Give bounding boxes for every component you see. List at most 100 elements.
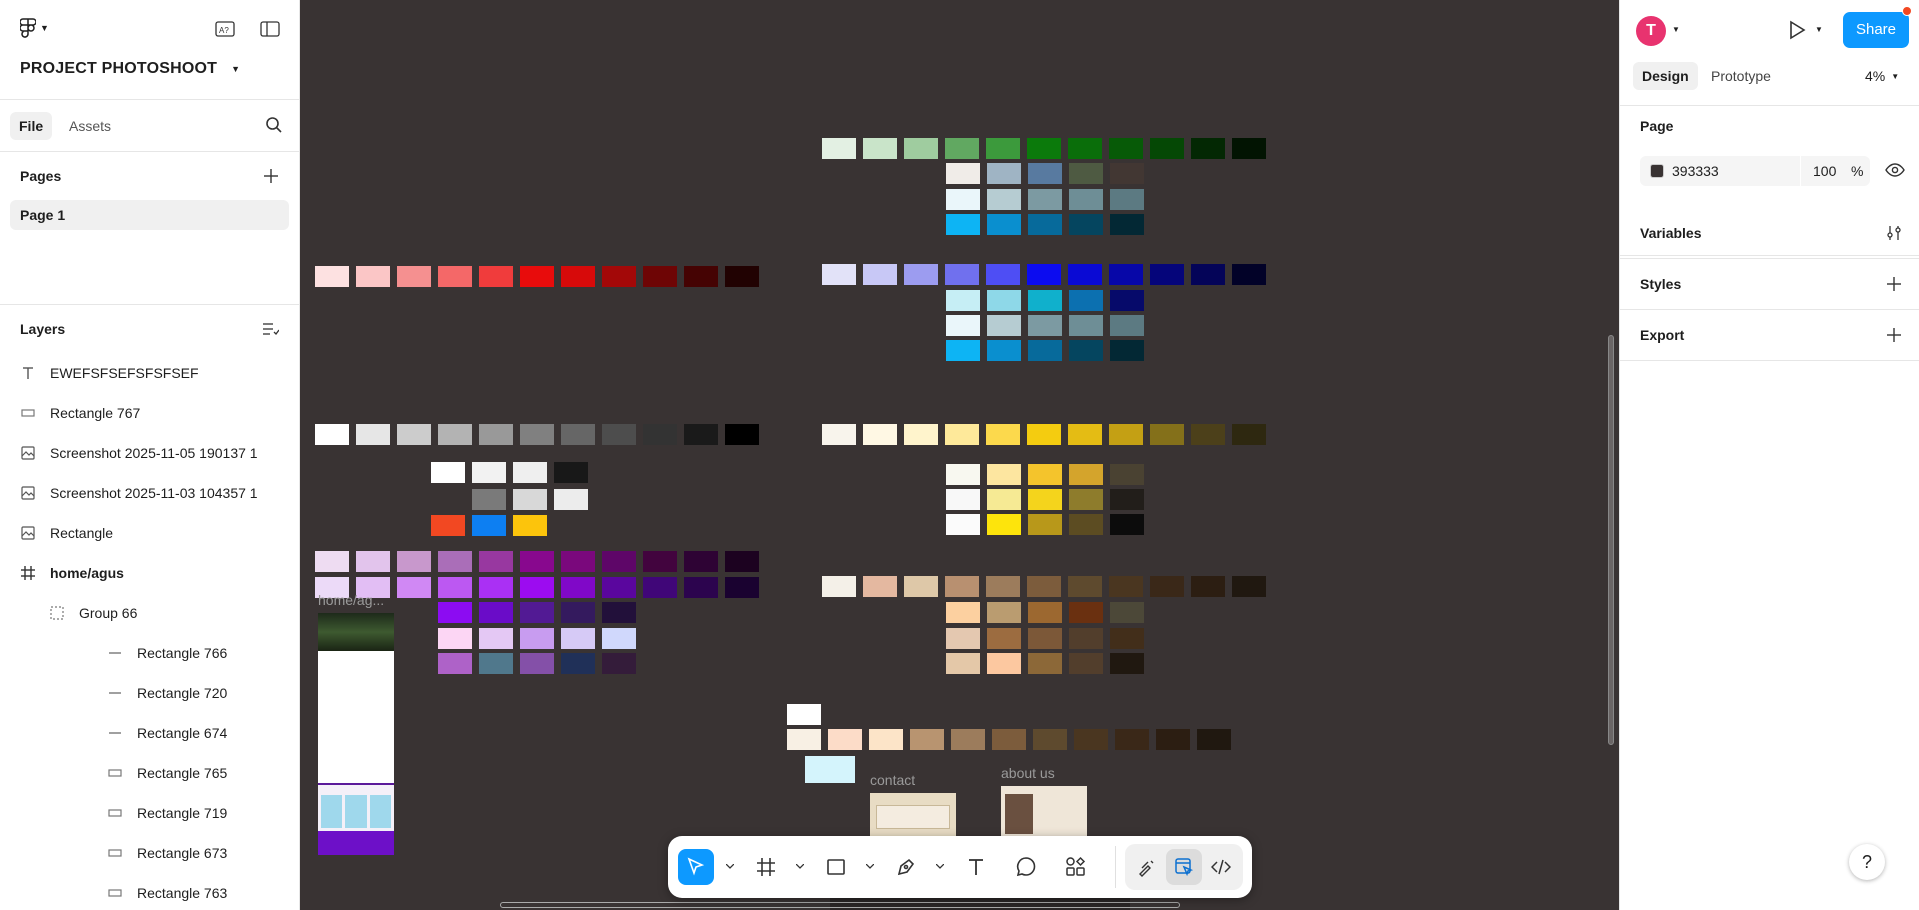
add-style-icon[interactable] <box>1884 274 1904 294</box>
layer-row[interactable]: home/agus <box>0 553 299 593</box>
draw-mode-button[interactable] <box>1129 849 1165 885</box>
add-export-icon[interactable] <box>1884 325 1904 345</box>
color-swatch[interactable] <box>438 266 472 287</box>
color-swatch[interactable] <box>987 163 1021 184</box>
color-swatch[interactable] <box>438 551 472 572</box>
color-swatch[interactable] <box>904 264 938 285</box>
color-swatch[interactable] <box>479 602 513 623</box>
color-swatch[interactable] <box>987 340 1021 361</box>
color-swatch[interactable] <box>1033 729 1067 750</box>
tab-prototype[interactable]: Prototype <box>1702 62 1780 90</box>
color-swatch[interactable] <box>479 551 513 572</box>
layers-filter-icon[interactable] <box>261 319 281 339</box>
color-swatch[interactable] <box>904 424 938 445</box>
frame-label-contact[interactable]: contact <box>870 772 915 788</box>
layer-row[interactable]: Rectangle 673 <box>0 833 299 873</box>
layer-row[interactable]: Rectangle <box>0 513 299 553</box>
color-swatch[interactable] <box>315 266 349 287</box>
layer-row[interactable]: Rectangle 763 <box>0 873 299 910</box>
color-swatch[interactable] <box>1069 340 1103 361</box>
color-swatch[interactable] <box>438 653 472 674</box>
color-swatch[interactable] <box>554 462 588 483</box>
text-tool-button[interactable] <box>958 849 994 885</box>
color-swatch[interactable] <box>602 424 636 445</box>
color-swatch[interactable] <box>684 551 718 572</box>
design-canvas[interactable]: home/ag... contact about us <box>300 0 1620 910</box>
color-swatch[interactable] <box>1650 164 1664 178</box>
color-swatch[interactable] <box>1110 653 1144 674</box>
color-swatch[interactable] <box>520 628 554 649</box>
eye-icon[interactable] <box>1885 163 1905 180</box>
color-swatch[interactable] <box>1109 138 1143 159</box>
color-swatch[interactable] <box>1028 290 1062 311</box>
color-swatch[interactable] <box>643 551 677 572</box>
color-swatch[interactable] <box>987 653 1021 674</box>
color-swatch[interactable] <box>946 315 980 336</box>
frame-label-home[interactable]: home/ag... <box>318 592 384 608</box>
color-swatch[interactable] <box>1028 315 1062 336</box>
color-swatch[interactable] <box>1069 628 1103 649</box>
color-swatch[interactable] <box>946 290 980 311</box>
color-swatch[interactable] <box>863 424 897 445</box>
chevron-down-icon[interactable] <box>934 860 946 872</box>
chevron-down-icon[interactable]: ▼ <box>1815 25 1823 34</box>
shape-tool-button[interactable] <box>818 849 854 885</box>
color-swatch[interactable] <box>684 424 718 445</box>
color-swatch[interactable] <box>561 602 595 623</box>
color-swatch[interactable] <box>315 551 349 572</box>
color-swatch[interactable] <box>472 489 506 510</box>
color-swatch[interactable] <box>863 264 897 285</box>
color-swatch[interactable] <box>1110 340 1144 361</box>
color-swatch[interactable] <box>513 489 547 510</box>
color-swatch[interactable] <box>987 464 1021 485</box>
frame-tool-button[interactable] <box>748 849 784 885</box>
color-swatch[interactable] <box>945 264 979 285</box>
color-swatch[interactable] <box>1069 315 1103 336</box>
variables-settings-icon[interactable] <box>1884 223 1904 243</box>
about-frame-thumbnail[interactable] <box>1001 786 1087 837</box>
color-swatch[interactable] <box>431 515 465 536</box>
color-swatch[interactable] <box>479 628 513 649</box>
color-swatch[interactable] <box>1110 602 1144 623</box>
color-swatch[interactable] <box>1110 464 1144 485</box>
color-swatch[interactable] <box>787 704 821 725</box>
color-swatch[interactable] <box>1069 163 1103 184</box>
color-swatch[interactable] <box>554 489 588 510</box>
color-swatch[interactable] <box>1191 138 1225 159</box>
color-swatch[interactable] <box>987 315 1021 336</box>
color-swatch[interactable] <box>479 653 513 674</box>
color-swatch[interactable] <box>987 214 1021 235</box>
color-swatch[interactable] <box>1232 138 1266 159</box>
layer-row[interactable]: Rectangle 766 <box>0 633 299 673</box>
color-swatch[interactable] <box>1027 138 1061 159</box>
contact-frame-thumbnail[interactable] <box>870 793 956 837</box>
color-swatch[interactable] <box>945 576 979 597</box>
color-swatch[interactable] <box>946 340 980 361</box>
color-swatch[interactable] <box>1191 576 1225 597</box>
color-swatch[interactable] <box>1028 489 1062 510</box>
add-page-icon[interactable] <box>261 166 281 186</box>
color-swatch[interactable] <box>945 138 979 159</box>
color-swatch[interactable] <box>1069 489 1103 510</box>
comment-tool-button[interactable] <box>1008 849 1044 885</box>
color-swatch[interactable] <box>987 602 1021 623</box>
move-tool-button[interactable] <box>678 849 714 885</box>
color-swatch[interactable] <box>1069 514 1103 535</box>
layer-row[interactable]: Rectangle 765 <box>0 753 299 793</box>
dev-mode-button[interactable] <box>1203 849 1239 885</box>
color-swatch[interactable] <box>1028 653 1062 674</box>
color-swatch[interactable] <box>1028 464 1062 485</box>
color-swatch[interactable] <box>946 214 980 235</box>
color-swatch[interactable] <box>946 653 980 674</box>
layer-row[interactable]: Screenshot 2025-11-03 104357 1 <box>0 473 299 513</box>
color-swatch[interactable] <box>1150 576 1184 597</box>
tab-design[interactable]: Design <box>1633 62 1698 90</box>
color-swatch[interactable] <box>356 551 390 572</box>
color-swatch[interactable] <box>520 266 554 287</box>
color-swatch[interactable] <box>945 424 979 445</box>
color-swatch[interactable] <box>863 576 897 597</box>
color-swatch[interactable] <box>561 653 595 674</box>
color-swatch[interactable] <box>1197 729 1231 750</box>
color-swatch[interactable] <box>602 602 636 623</box>
color-swatch[interactable] <box>1150 424 1184 445</box>
